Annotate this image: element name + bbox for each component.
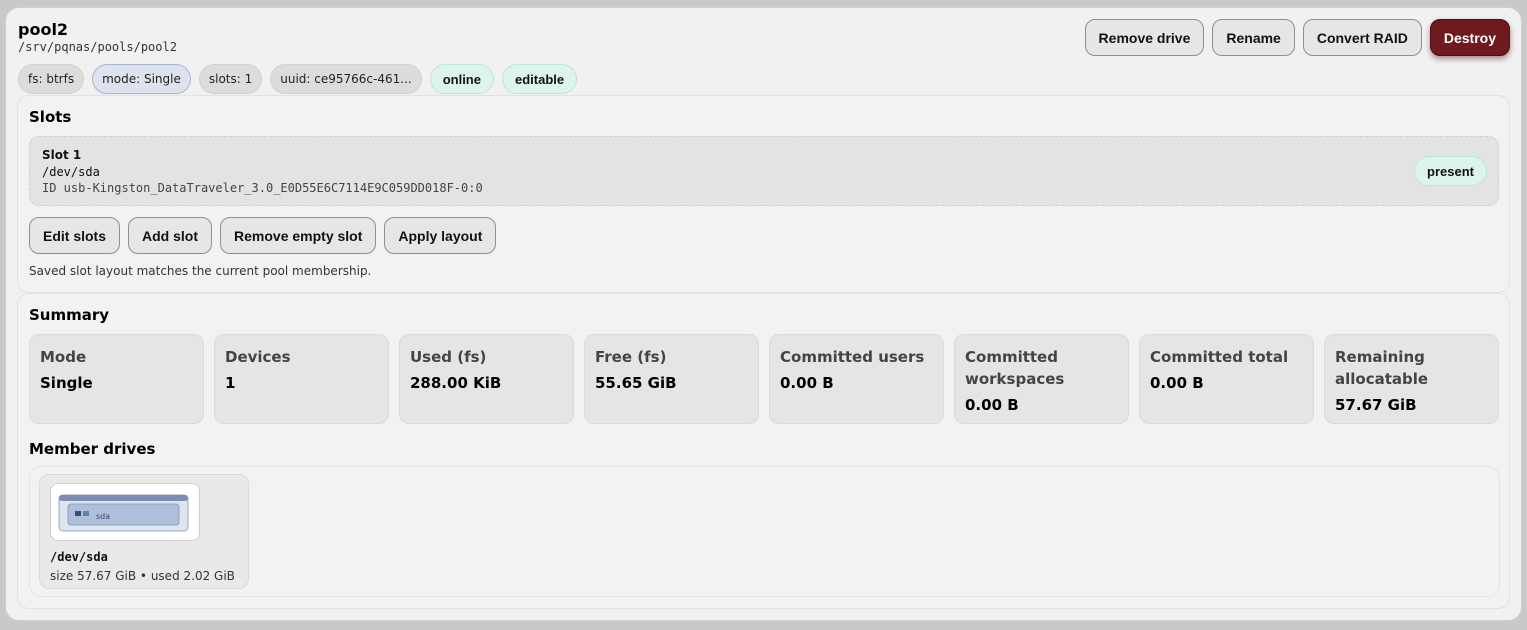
tile-value: 288.00 KiB bbox=[410, 374, 502, 392]
fs-chip: fs: btrfs bbox=[18, 64, 85, 94]
convert-raid-button[interactable]: Convert RAID bbox=[1302, 19, 1422, 56]
pool-chips: fs: btrfs mode: Single slots: 1 uuid: ce… bbox=[18, 64, 578, 94]
slot-status-badge: present bbox=[1414, 156, 1487, 186]
summary-tile-remaining: Remaining allocatable 57.67 GiB bbox=[1324, 334, 1499, 424]
rename-button[interactable]: Rename bbox=[1212, 19, 1295, 56]
slot-row: Slot 1 /dev/sda ID usb-Kingston_DataTrav… bbox=[29, 136, 1499, 206]
remove-drive-button[interactable]: Remove drive bbox=[1084, 19, 1205, 56]
drive-meta: size 57.67 GiB • used 2.02 GiB bbox=[50, 569, 235, 583]
tile-label: Committed workspaces bbox=[965, 348, 1065, 388]
summary-heading: Summary bbox=[29, 306, 110, 324]
remove-empty-slot-button[interactable]: Remove empty slot bbox=[220, 217, 377, 254]
pool-path: /srv/pqnas/pools/pool2 bbox=[18, 40, 177, 54]
slot-layout-note: Saved slot layout matches the current po… bbox=[29, 264, 372, 278]
mode-chip: mode: Single bbox=[92, 64, 191, 94]
add-slot-button[interactable]: Add slot bbox=[128, 217, 213, 254]
apply-layout-button[interactable]: Apply layout bbox=[384, 217, 497, 254]
tile-value: 1 bbox=[225, 374, 236, 392]
summary-tile-mode: Mode Single bbox=[29, 334, 204, 424]
pool-actions: Remove drive Rename Convert RAID Destroy bbox=[1084, 19, 1510, 56]
drive-card[interactable]: sda /dev/sda size 57.67 GiB • used 2.02 … bbox=[39, 474, 249, 589]
slots-heading: Slots bbox=[29, 108, 72, 126]
member-drives-panel: sda /dev/sda size 57.67 GiB • used 2.02 … bbox=[29, 466, 1500, 597]
tile-value: 55.65 GiB bbox=[595, 374, 677, 392]
summary-tile-free: Free (fs) 55.65 GiB bbox=[584, 334, 759, 424]
slots-section: Slots Slot 1 /dev/sda ID usb-Kingston_Da… bbox=[17, 95, 1510, 293]
tile-value: 57.67 GiB bbox=[1335, 396, 1417, 414]
tile-value: 0.00 B bbox=[965, 396, 1019, 414]
tile-label: Committed total bbox=[1150, 348, 1289, 366]
tile-label: Committed users bbox=[780, 348, 925, 366]
summary-tile-committed-workspaces: Committed workspaces 0.00 B bbox=[954, 334, 1129, 424]
slot-name: Slot 1 bbox=[42, 148, 82, 162]
destroy-button[interactable]: Destroy bbox=[1429, 19, 1510, 56]
tile-value: 0.00 B bbox=[780, 374, 834, 392]
tile-label: Devices bbox=[225, 348, 291, 366]
tile-label: Mode bbox=[40, 348, 87, 366]
summary-tile-devices: Devices 1 bbox=[214, 334, 389, 424]
tile-label: Used (fs) bbox=[410, 348, 487, 366]
tile-value: Single bbox=[40, 374, 93, 392]
slot-device-id: ID usb-Kingston_DataTraveler_3.0_E0D55E6… bbox=[42, 181, 483, 195]
uuid-chip: uuid: ce95766c-461... bbox=[270, 64, 422, 94]
summary-tiles: Mode Single Devices 1 Used (fs) 288.00 K… bbox=[29, 334, 1499, 424]
drive-image-label: sda bbox=[96, 512, 110, 521]
edit-slots-button[interactable]: Edit slots bbox=[29, 217, 121, 254]
slots-chip: slots: 1 bbox=[198, 64, 263, 94]
member-drives-heading: Member drives bbox=[29, 440, 156, 458]
tile-label: Remaining allocatable bbox=[1335, 348, 1429, 388]
pool-card: pool2 /srv/pqnas/pools/pool2 Remove driv… bbox=[5, 7, 1522, 621]
slot-device: /dev/sda bbox=[42, 165, 100, 179]
tile-label: Free (fs) bbox=[595, 348, 667, 366]
drive-icon: sda bbox=[50, 483, 200, 541]
slot-actions: Edit slots Add slot Remove empty slot Ap… bbox=[29, 217, 497, 254]
summary-tile-used: Used (fs) 288.00 KiB bbox=[399, 334, 574, 424]
drive-name: /dev/sda bbox=[50, 550, 108, 564]
summary-section: Summary Mode Single Devices 1 Used (fs) … bbox=[17, 293, 1510, 609]
editable-status-badge: editable bbox=[501, 64, 578, 94]
pool-title: pool2 bbox=[18, 20, 69, 39]
summary-tile-committed-total: Committed total 0.00 B bbox=[1139, 334, 1314, 424]
tile-value: 0.00 B bbox=[1150, 374, 1204, 392]
summary-tile-committed-users: Committed users 0.00 B bbox=[769, 334, 944, 424]
online-status-badge: online bbox=[429, 64, 494, 94]
